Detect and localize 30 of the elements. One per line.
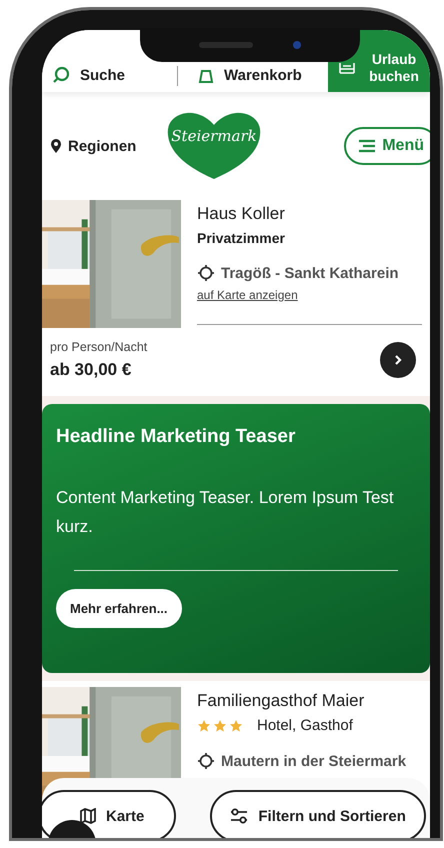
bed-icon — [338, 61, 356, 75]
filter-button[interactable]: Filtern und Sortieren — [210, 790, 426, 838]
location-text: Tragöß - Sankt Katharein — [221, 264, 399, 282]
menu-button[interactable]: Menü — [344, 127, 430, 165]
listing-title: Familiengasthof Maier — [197, 691, 366, 711]
next-button[interactable] — [380, 342, 416, 378]
location-text: Mautern in der Steiermark — [221, 752, 406, 770]
menu-icon — [358, 139, 376, 153]
search-link[interactable]: Suche — [42, 66, 126, 92]
teaser-headline: Headline Marketing Teaser — [56, 426, 296, 448]
search-icon — [52, 66, 70, 84]
regions-link[interactable]: Regionen — [50, 138, 166, 154]
chevron-icon — [393, 354, 403, 366]
cart-link[interactable]: Warenkorb — [198, 67, 302, 92]
bag-icon — [198, 68, 214, 84]
map-link[interactable]: auf Karte anzeigen — [197, 288, 298, 302]
price-text: ab 30,00 € — [50, 360, 132, 380]
sliders-icon — [230, 808, 248, 824]
location-icon — [197, 264, 215, 282]
price-label: pro Person/Nacht — [50, 340, 148, 354]
pin-icon — [50, 138, 62, 154]
map-icon — [80, 808, 96, 824]
category-label: Privatzimmer — [197, 230, 285, 246]
logo[interactable]: Steiermark — [166, 111, 262, 181]
location-icon — [197, 752, 215, 770]
listing-title: Haus Koller — [197, 204, 286, 224]
more-button[interactable]: Mehr erfahren... — [56, 588, 182, 628]
teaser-text: Content Marketing Teaser. Lorem Ipsum Test kurz. — [56, 487, 395, 538]
map-button[interactable]: Karte — [42, 790, 176, 838]
category-label: Hotel, Gasthof — [257, 717, 353, 734]
